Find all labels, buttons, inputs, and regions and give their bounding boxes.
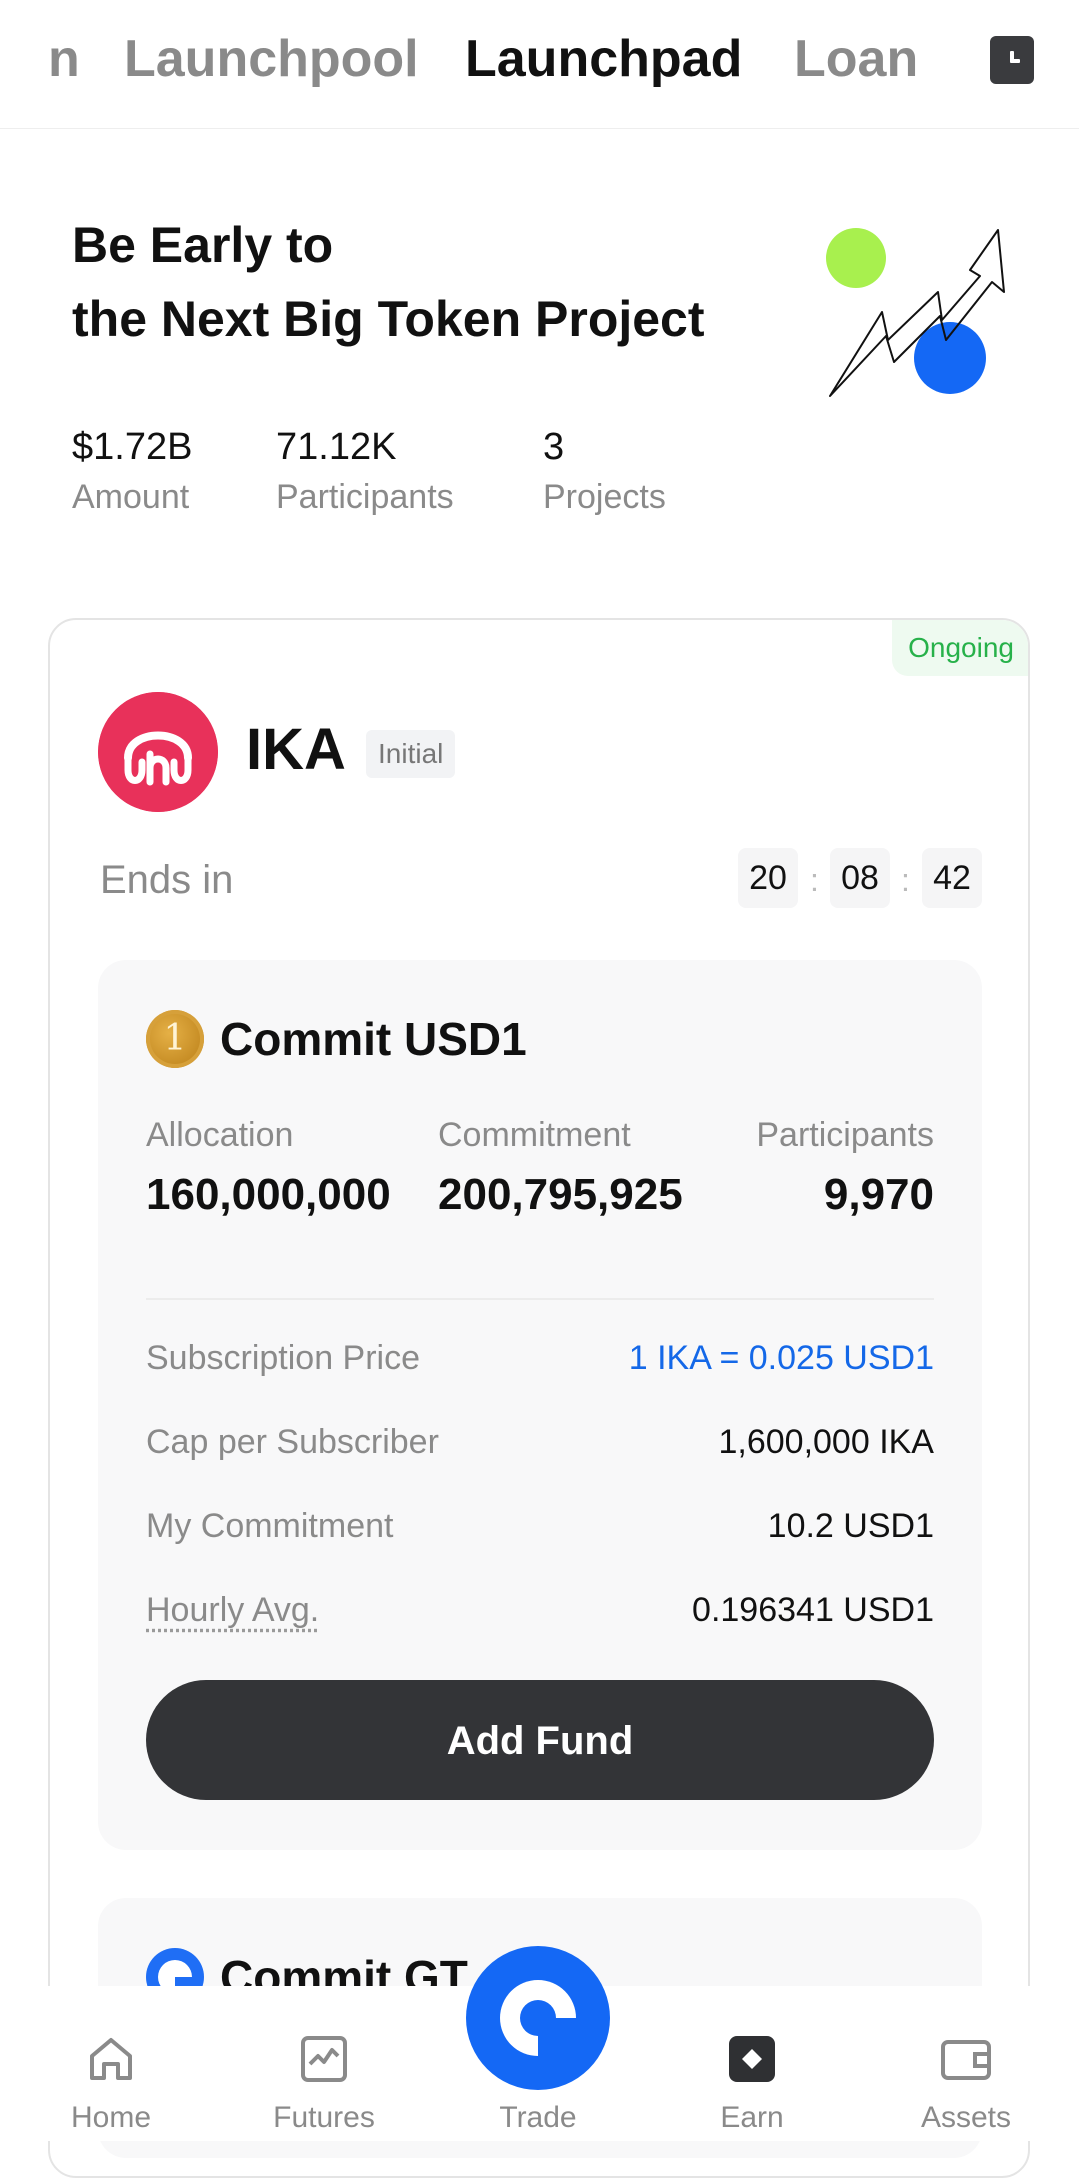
- usd1-coin-icon: 1: [146, 1010, 204, 1068]
- row-value: 10.2 USD1: [767, 1507, 934, 1545]
- timer-separator: :: [810, 862, 819, 898]
- nav-label: Earn: [720, 2101, 784, 2134]
- nav-label: Trade: [499, 2101, 577, 2134]
- stat-value: $1.72B: [72, 426, 193, 468]
- ika-logo-icon: [98, 692, 218, 812]
- assets-icon: [941, 2040, 991, 2080]
- row-value: 1 IKA = 0.025 USD1: [628, 1339, 934, 1377]
- row-label: Subscription Price: [146, 1339, 421, 1377]
- nav-assets[interactable]: Assets: [891, 1986, 1041, 2141]
- hourly-avg-tooltip-label[interactable]: Hourly Avg.: [146, 1580, 319, 1640]
- row-value: 0.196341 USD1: [692, 1591, 934, 1629]
- top-tab-bar: n Launchpool Launchpad Loan: [0, 0, 1079, 129]
- tab-loan[interactable]: Loan: [794, 28, 918, 90]
- stat-label: Participants: [276, 478, 454, 516]
- divider: [146, 1298, 934, 1300]
- tab-launchpad[interactable]: Launchpad: [465, 28, 742, 90]
- earn-icon: [729, 2036, 775, 2082]
- nav-label: Assets: [920, 2101, 1012, 2134]
- rising-arrow-illustration: [826, 228, 1005, 397]
- stat-participants: 71.12K Participants: [276, 422, 454, 522]
- stat-projects: 3 Projects: [543, 422, 666, 522]
- metric-commitment: Commitment 200,795,925: [438, 1110, 683, 1230]
- metric-participants: Participants 9,970: [756, 1110, 934, 1230]
- row-my-commitment: My Commitment 10.2 USD1: [146, 1496, 934, 1556]
- status-badge: Ongoing: [892, 620, 1028, 676]
- project-card[interactable]: Ongoing IKA Initial Ends in 20 : 08 : 42…: [48, 618, 1030, 2178]
- pool-title: Commit USD1: [220, 1013, 527, 1065]
- metric-value: 200,795,925: [438, 1170, 683, 1219]
- row-label: Cap per Subscriber: [146, 1423, 439, 1461]
- usd1-coin-symbol: 1: [163, 1018, 187, 1059]
- nav-home[interactable]: Home: [36, 1986, 186, 2141]
- ends-in-label: Ends in: [100, 858, 234, 902]
- history-icon[interactable]: [990, 36, 1034, 84]
- token-tag: Initial: [366, 730, 456, 778]
- row-label: My Commitment: [146, 1507, 394, 1545]
- metric-allocation: Allocation 160,000,000: [146, 1110, 391, 1230]
- stat-value: 71.12K: [276, 426, 397, 468]
- stat-label: Amount: [72, 478, 190, 516]
- tab-launchpool[interactable]: Launchpool: [124, 28, 419, 90]
- hero-title: Be Early to the Next Big Token Project: [72, 208, 705, 356]
- row-value: 1,600,000 IKA: [718, 1423, 934, 1461]
- hero-title-line2: the Next Big Token Project: [72, 291, 705, 347]
- nav-label: Futures: [273, 2101, 375, 2134]
- row-hourly-avg: Hourly Avg. 0.196341 USD1: [146, 1580, 934, 1640]
- token-name: IKA: [246, 717, 346, 782]
- metric-value: 160,000,000: [146, 1170, 391, 1219]
- home-icon: [90, 2038, 132, 2080]
- add-fund-button[interactable]: Add Fund: [146, 1680, 934, 1800]
- timer-separator: :: [901, 862, 910, 898]
- stat-label: Projects: [543, 478, 666, 516]
- commit-usd1-pool: 1 Commit USD1 Allocation 160,000,000 Com…: [98, 960, 982, 1850]
- metric-label: Commitment: [438, 1116, 631, 1154]
- nav-label: Home: [70, 2101, 152, 2134]
- timer-minutes: 08: [830, 848, 890, 908]
- tab-partial[interactable]: n: [48, 28, 80, 90]
- metric-label: Participants: [756, 1116, 934, 1154]
- nav-futures[interactable]: Futures: [249, 1986, 399, 2141]
- metric-value: 9,970: [823, 1170, 934, 1219]
- nav-earn[interactable]: Earn: [677, 1986, 827, 2141]
- stat-value: 3: [543, 426, 565, 468]
- futures-icon: [301, 2036, 347, 2082]
- row-subscription-price: Subscription Price 1 IKA = 0.025 USD1: [146, 1328, 934, 1388]
- timer-hours: 20: [738, 848, 798, 908]
- hero-title-line1: Be Early to: [72, 217, 334, 273]
- row-cap-per-subscriber: Cap per Subscriber 1,600,000 IKA: [146, 1412, 934, 1472]
- stat-amount: $1.72B Amount: [72, 422, 192, 522]
- metric-label: Allocation: [146, 1116, 294, 1154]
- timer-seconds: 42: [922, 848, 982, 908]
- trade-icon[interactable]: [466, 1946, 610, 2090]
